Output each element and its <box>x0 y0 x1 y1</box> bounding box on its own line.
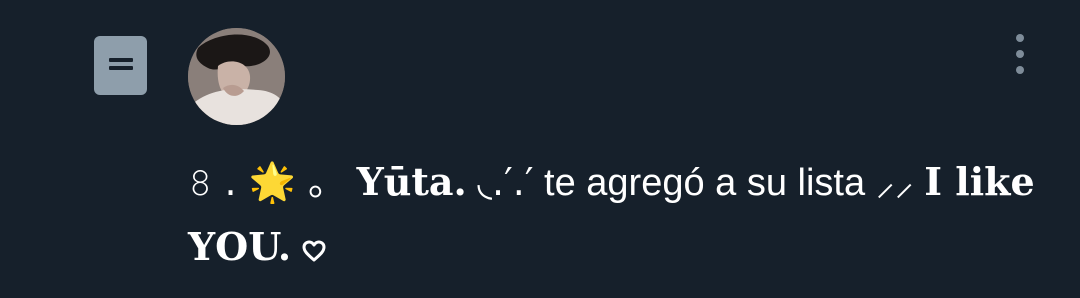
list-notification[interactable]: 𝟾 . 🌟 。 Yūta. ◟.′.′ te agregó a su lista… <box>0 0 1080 298</box>
notification-text: 𝟾 . 🌟 。 Yūta. ◟.′.′ te agregó a su lista… <box>188 150 1048 282</box>
more-dot-icon <box>1016 34 1024 42</box>
actor-prefix: 𝟾 . 🌟 。 <box>188 160 347 204</box>
actor-name[interactable]: Yūta. <box>357 159 467 204</box>
user-avatar[interactable] <box>188 28 285 125</box>
more-dot-icon <box>1016 50 1024 58</box>
heart-outline-icon <box>302 218 326 282</box>
list-icon <box>94 36 147 95</box>
more-options-button[interactable] <box>1008 34 1032 74</box>
more-dot-icon <box>1016 66 1024 74</box>
list-prefix: ⸝⸝ <box>875 160 914 204</box>
actor-suffix: ◟.′.′ <box>477 160 534 204</box>
action-text: te agregó a su lista <box>544 162 866 204</box>
